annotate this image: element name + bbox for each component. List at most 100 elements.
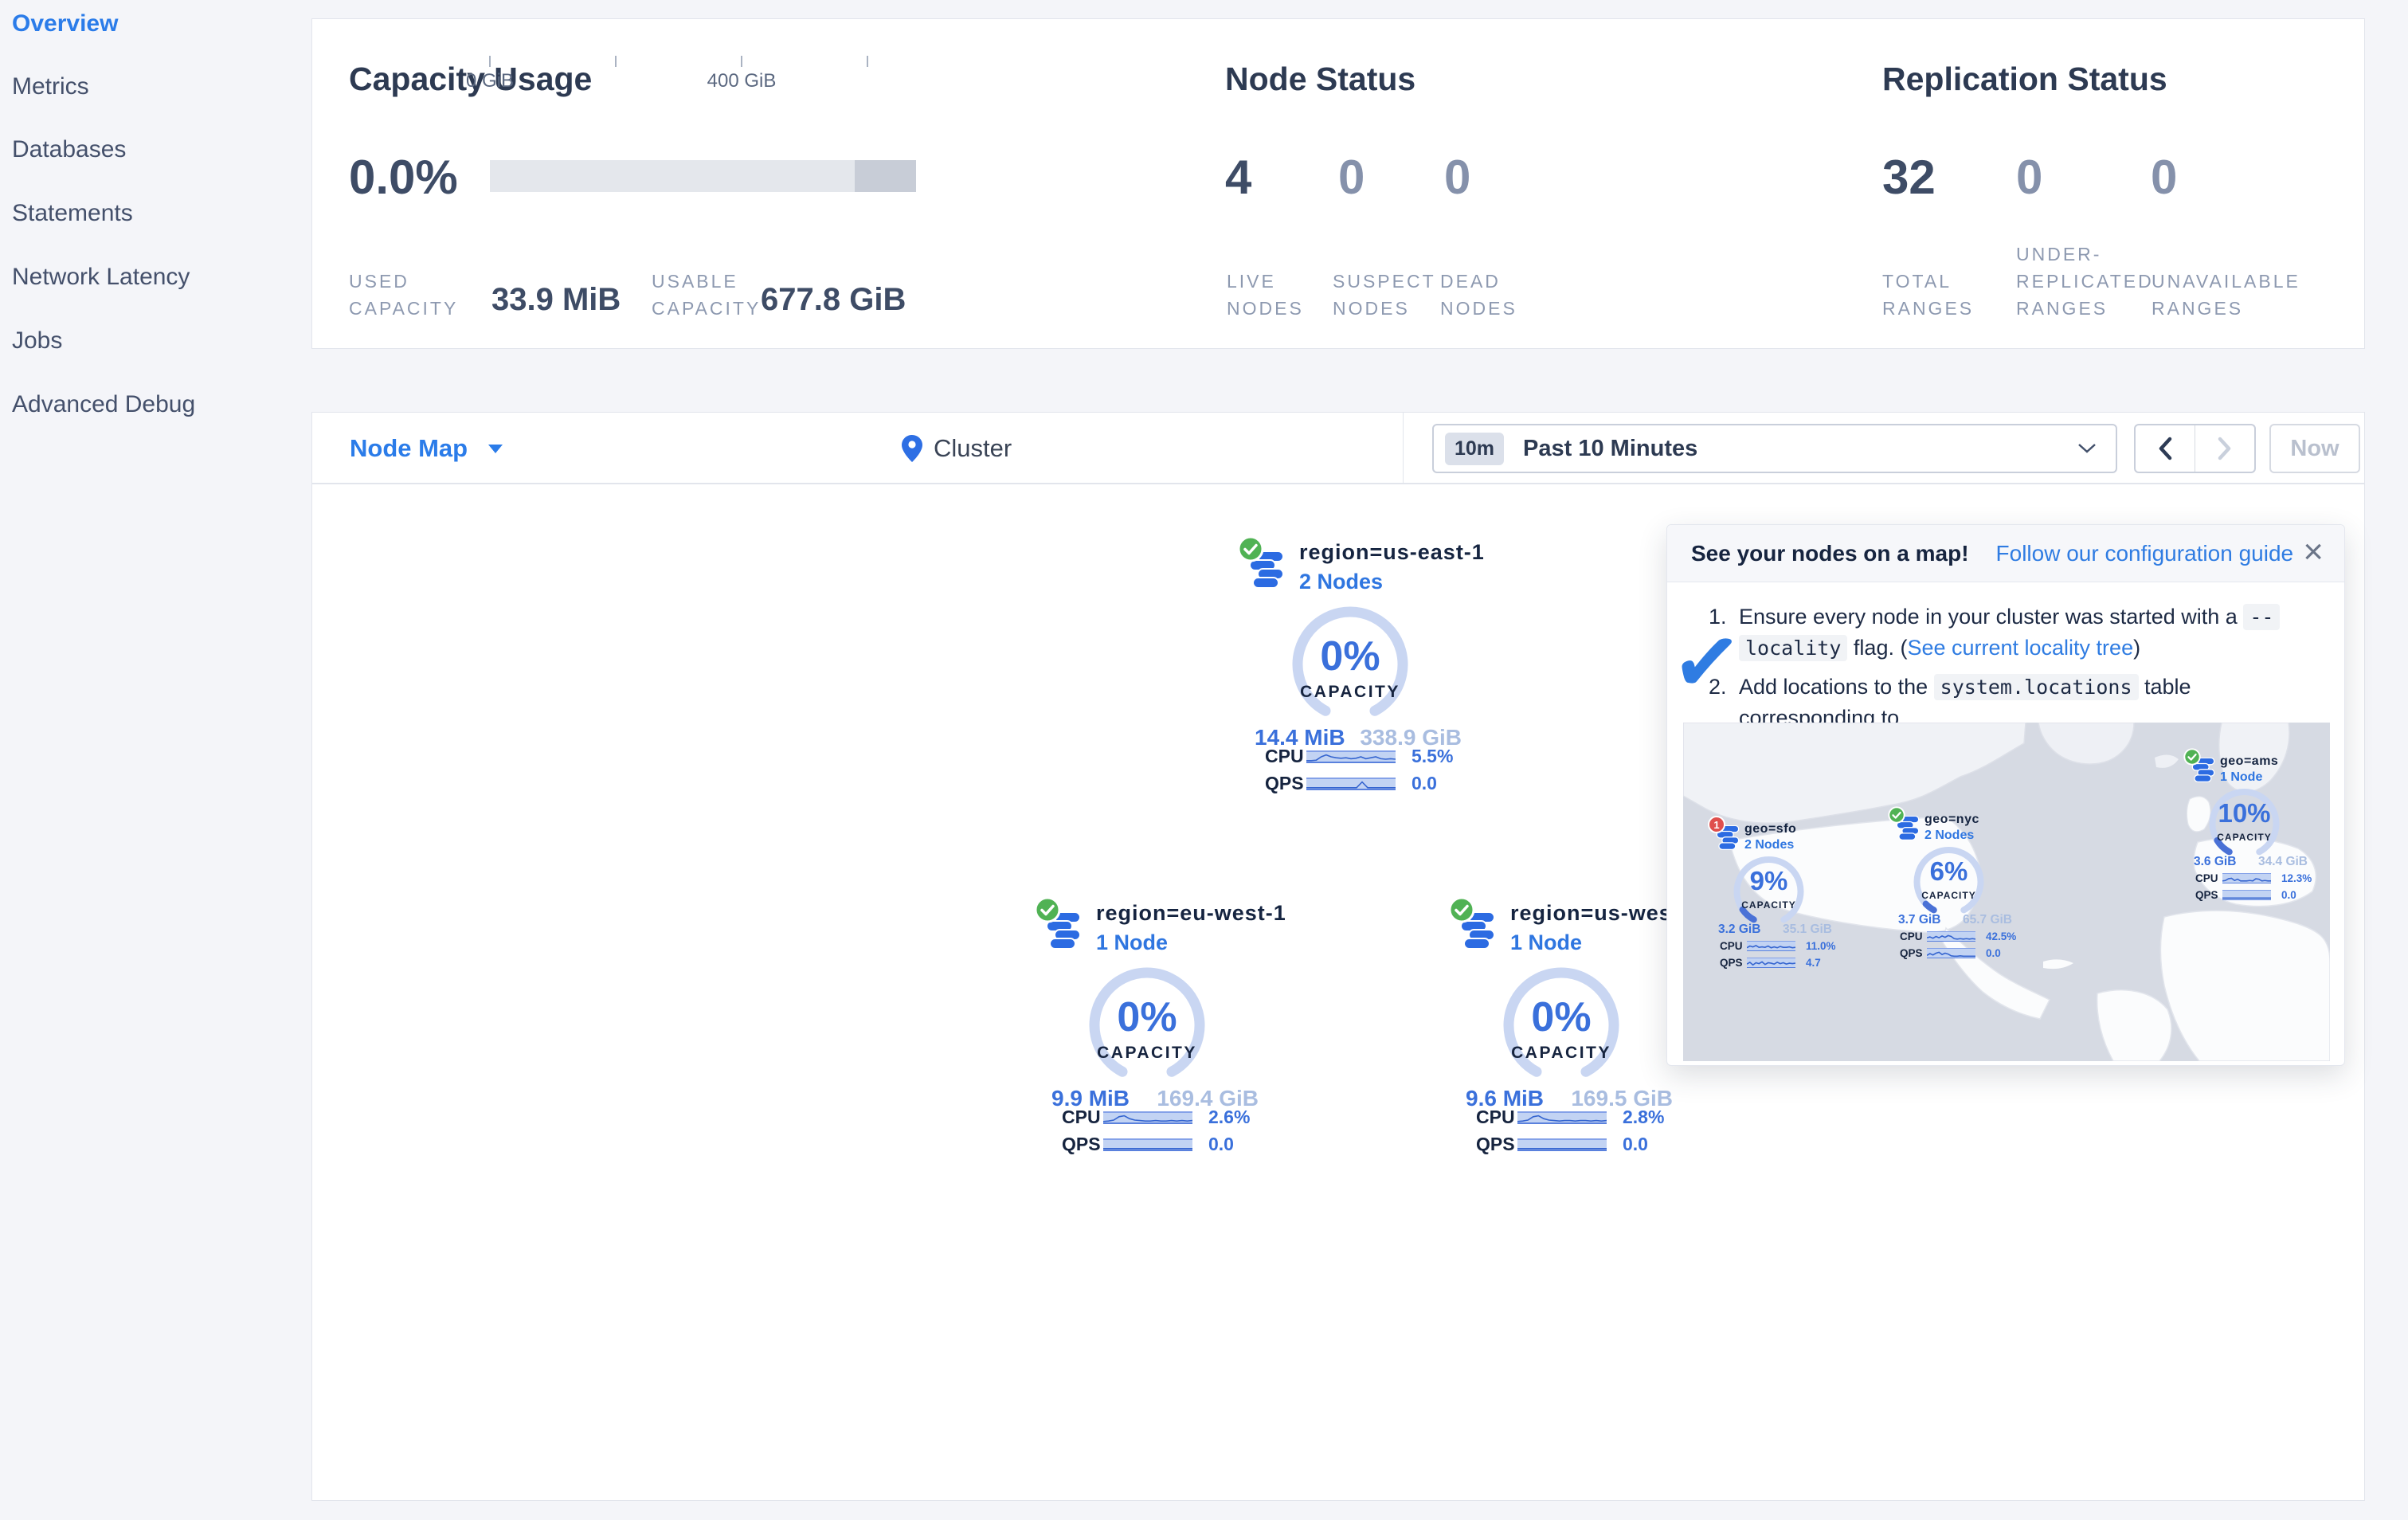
- time-range-badge: 10m: [1445, 432, 1505, 465]
- region-node-eu-west-1[interactable]: region=eu-west-1 1 Node 0% CAPACITY 9.9 …: [1028, 896, 1286, 1163]
- total-ranges-count: 32: [1882, 151, 1936, 204]
- cpu-sparkline: [1306, 750, 1396, 763]
- qps-label: QPS: [1900, 947, 1923, 959]
- cpu-label: CPU: [1900, 930, 1923, 942]
- region-icon-stack: [1448, 896, 1496, 952]
- capacity-percent: 9%: [1749, 866, 1788, 895]
- capacity-caption: CAPACITY: [1511, 1044, 1611, 1062]
- geo-label: geo=nyc: [1924, 813, 1979, 826]
- qps-label: QPS: [1476, 1134, 1515, 1154]
- capacity-caption: CAPACITY: [2217, 832, 2272, 843]
- dead-nodes-count: 0: [1444, 151, 1471, 204]
- view-selector-label: Node Map: [350, 434, 468, 462]
- code-snippet: locality: [1739, 635, 1848, 661]
- sidebar-item-databases[interactable]: Databases: [12, 126, 126, 174]
- geo-node-ams: geo=ams 1 Node 10% CAPACITY 3.6 GiB 34.4…: [2183, 748, 2312, 903]
- capacity-caption: CAPACITY: [1300, 683, 1400, 701]
- capacity-values: 3.2 GiB 35.1 GiB: [1718, 923, 1832, 937]
- sidebar-item-network-latency[interactable]: Network Latency: [12, 253, 190, 301]
- sidebar-item-metrics[interactable]: Metrics: [12, 63, 89, 111]
- qps-metric-row: QPS 0.0: [1900, 947, 2001, 959]
- used-capacity-value: 33.9 MiB: [491, 282, 621, 317]
- time-forward-button[interactable]: [2195, 425, 2255, 472]
- qps-sparkline: [2222, 890, 2271, 900]
- time-range-select[interactable]: 10m Past 10 Minutes: [1432, 424, 2117, 473]
- bar-tick: [741, 56, 742, 67]
- time-back-button[interactable]: [2136, 425, 2195, 472]
- cpu-sparkline: [1927, 931, 1975, 942]
- chevron-down-icon: [488, 444, 503, 453]
- region-node-us-west-1[interactable]: region=us-west-1 1 Node 0% CAPACITY 9.6 …: [1442, 896, 1700, 1163]
- capacity-usage-percent: 0.0%: [349, 151, 458, 204]
- now-button[interactable]: Now: [2269, 424, 2360, 473]
- qps-label: QPS: [1720, 957, 1743, 969]
- bar-tick: [867, 56, 868, 67]
- code-snippet: system.locations: [1933, 674, 2139, 700]
- capacity-percent: 10%: [2218, 798, 2271, 828]
- capacity-gauge: 10% CAPACITY: [2199, 785, 2290, 863]
- cpu-value: 42.5%: [1986, 930, 2017, 942]
- region-node-us-east-1[interactable]: region=us-east-1 2 Nodes 0% CAPACITY 14.…: [1231, 535, 1484, 802]
- bar-tick-label: 0 GiB: [465, 70, 515, 92]
- qps-sparkline: [1747, 958, 1795, 968]
- now-button-label: Now: [2290, 435, 2339, 461]
- usable-capacity-value: 677.8 GiB: [761, 282, 906, 317]
- geo-node-nyc: geo=nyc 2 Nodes 6% CAPACITY 3.7 GiB 65.7…: [1888, 806, 2016, 962]
- capacity-values: 3.6 GiB 34.4 GiB: [2194, 855, 2308, 869]
- qps-metric-row: QPS 0.0: [1062, 1134, 1234, 1155]
- cpu-metric-row: CPU 2.6%: [1062, 1107, 1250, 1128]
- qps-sparkline: [1306, 777, 1396, 790]
- qps-sparkline: [1927, 948, 1975, 958]
- cpu-metric-row: CPU 11.0%: [1720, 940, 1836, 952]
- total-value: 35.1 GiB: [1782, 923, 1832, 936]
- qps-value: 0.0: [1986, 947, 2001, 959]
- capacity-percent: 0%: [1320, 633, 1380, 680]
- cpu-value: 2.6%: [1208, 1107, 1251, 1127]
- example-world-map: 1 geo=sfo 2 Nodes 9% CAPACITY 3.2 GiB 35…: [1683, 723, 2330, 1061]
- under-replicated-label: UNDER-REPLICATED RANGES: [2016, 244, 2154, 319]
- cpu-label: CPU: [1476, 1107, 1515, 1127]
- region-icon-stack: [1237, 535, 1285, 591]
- qps-sparkline: [1103, 1138, 1192, 1151]
- sidebar-item-jobs[interactable]: Jobs: [12, 317, 62, 365]
- qps-value: 0.0: [1208, 1134, 1234, 1154]
- region-nodes-link[interactable]: 1 Node: [1096, 930, 1286, 955]
- configuration-guide-link[interactable]: Follow our configuration guide: [1996, 541, 2294, 566]
- map-toolbar: Node Map Cluster 10m Past 10 Minutes Now: [311, 412, 2365, 484]
- node-map-config-popup: See your nodes on a map! Follow our conf…: [1666, 524, 2345, 1066]
- close-icon[interactable]: ×: [2303, 535, 2324, 570]
- cpu-metric-row: CPU 12.3%: [2195, 872, 2312, 884]
- used-capacity-label: USED CAPACITY: [349, 271, 459, 319]
- breadcrumb[interactable]: Cluster: [902, 413, 1012, 484]
- view-selector-dropdown[interactable]: Node Map: [350, 413, 503, 484]
- used-value: 3.2 GiB: [1718, 923, 1761, 936]
- sidebar-item-advanced-debug[interactable]: Advanced Debug: [12, 381, 195, 429]
- region-label: region=eu-west-1: [1096, 901, 1286, 925]
- geo-nodes-link: 2 Nodes: [1924, 829, 1975, 842]
- sidebar-item-overview[interactable]: Overview: [12, 0, 118, 48]
- capacity-caption: CAPACITY: [1741, 899, 1796, 911]
- done-check-icon: ✓: [1666, 611, 1748, 714]
- live-nodes-label: LIVE NODES: [1227, 271, 1304, 319]
- sidebar-item-statements[interactable]: Statements: [12, 190, 133, 237]
- total-value: 65.7 GiB: [1962, 913, 2012, 926]
- capacity-percent: 0%: [1531, 994, 1592, 1040]
- geo-label: geo=ams: [2220, 754, 2279, 768]
- sidebar-item-label: Network Latency: [12, 264, 190, 290]
- region-label: region=us-east-1: [1299, 540, 1485, 564]
- locality-tree-link[interactable]: See current locality tree: [1907, 636, 2133, 660]
- sidebar-item-label: Advanced Debug: [12, 391, 196, 417]
- suspect-nodes-label: SUSPECT NODES: [1333, 271, 1436, 319]
- region-nodes-link[interactable]: 2 Nodes: [1299, 570, 1485, 594]
- cpu-metric-row: CPU 42.5%: [1900, 930, 2016, 942]
- unavailable-label: UNAVAILABLE RANGES: [2152, 271, 2300, 319]
- qps-label: QPS: [1265, 773, 1304, 793]
- total-value: 34.4 GiB: [2257, 855, 2308, 868]
- qps-value: 4.7: [1806, 957, 1821, 969]
- replication-status-title: Replication Status: [1882, 61, 2167, 97]
- toolbar-divider: [1403, 413, 1404, 484]
- time-range-label: Past 10 Minutes: [1523, 435, 1698, 461]
- healthy-check-icon: [1237, 535, 1264, 562]
- location-pin-icon: [902, 435, 922, 462]
- healthy-check-icon: [1034, 896, 1061, 923]
